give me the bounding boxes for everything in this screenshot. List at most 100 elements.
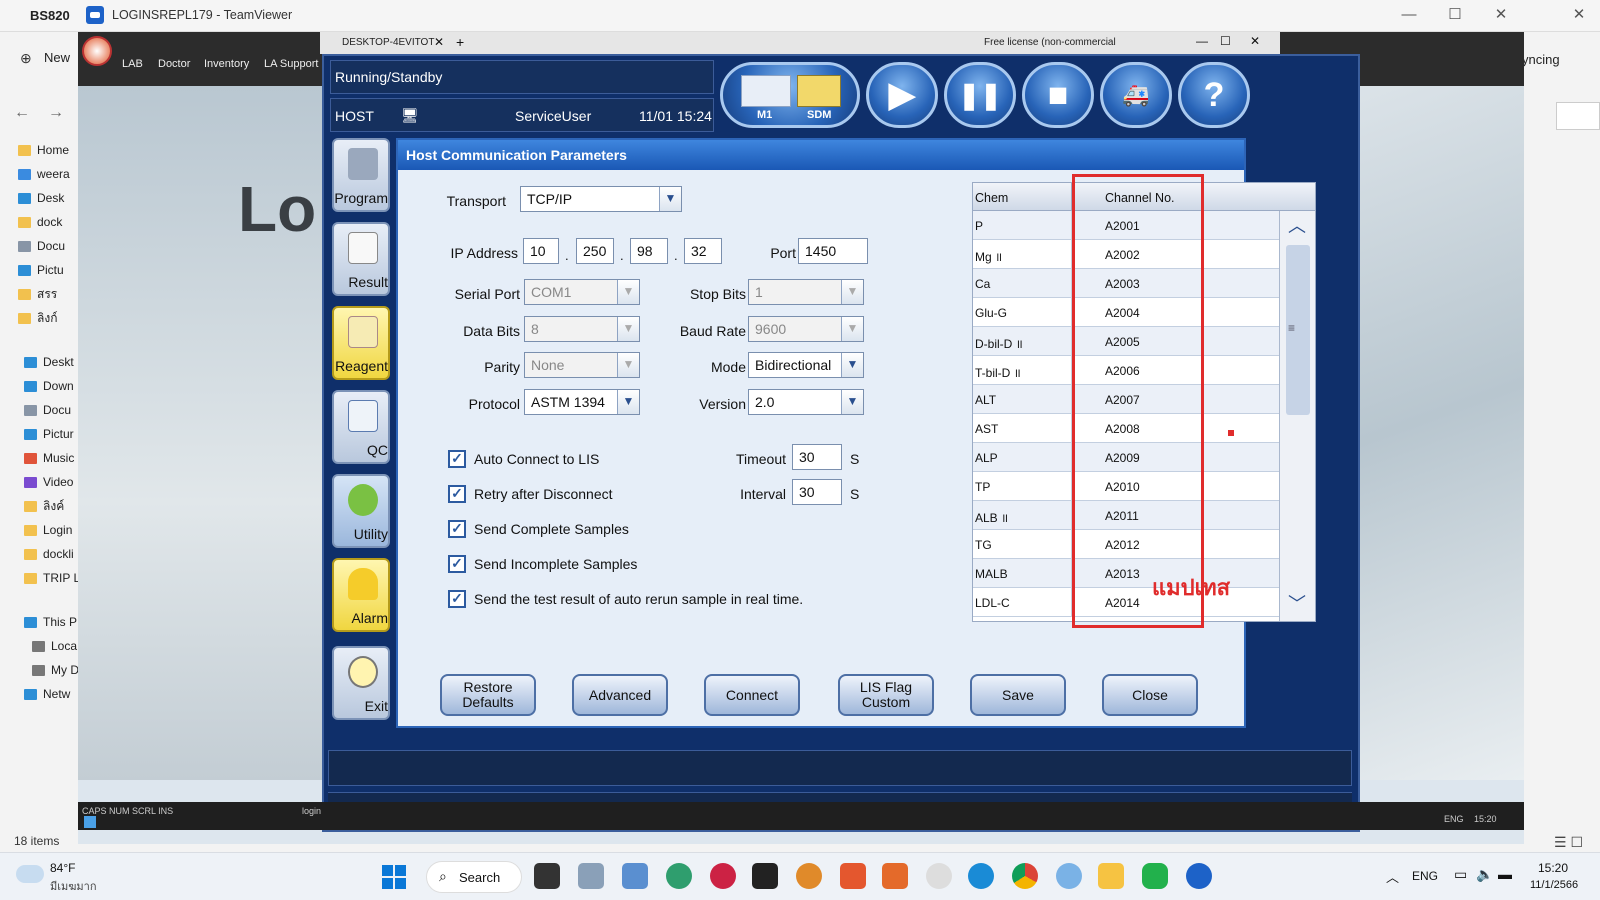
app-icon[interactable] (710, 863, 736, 889)
interval-field[interactable]: 30 (792, 479, 842, 505)
inner-tab-title[interactable]: DESKTOP-4EVITOT (342, 37, 434, 48)
sidebar-item[interactable]: Home (18, 140, 78, 160)
line-chat-icon[interactable] (1142, 863, 1168, 889)
search-box[interactable] (1556, 102, 1600, 130)
sidebar-item[interactable]: Pictu (18, 260, 78, 280)
restore-defaults-button[interactable]: Restore Defaults (440, 674, 536, 716)
clock-date[interactable]: 11/1/2566 (1530, 879, 1578, 891)
chevron-up-icon[interactable]: ︿ (1386, 867, 1399, 886)
grid-scrollbar[interactable]: ︿ ≡ ﹀ (1279, 211, 1315, 621)
nav-alarm[interactable]: Alarm (332, 558, 390, 632)
close-icon[interactable]: ✕ (1566, 4, 1592, 26)
new-button[interactable]: New (44, 50, 70, 65)
task-view-icon[interactable] (534, 863, 560, 889)
battery-icon[interactable]: ▬ (1498, 866, 1512, 882)
edge-browser-icon[interactable] (968, 863, 994, 889)
mode-select[interactable]: Bidirectional ▼ (748, 352, 864, 378)
nav-reagent[interactable]: Reagent (332, 306, 390, 380)
windows-start-icon[interactable] (84, 816, 96, 828)
stop-button[interactable]: ■ (1022, 62, 1094, 128)
sidebar-item[interactable]: Pictur (24, 424, 84, 444)
nav-result[interactable]: Result (332, 222, 390, 296)
sidebar-item[interactable]: Docu (24, 400, 84, 420)
nav-exit[interactable]: Exit (332, 646, 390, 720)
chrome-icon[interactable] (1012, 863, 1038, 889)
nav-program[interactable]: Program (332, 138, 390, 212)
search-bar[interactable]: ⌕ Search (426, 861, 522, 893)
advanced-button[interactable]: Advanced (572, 674, 668, 716)
tools-icon[interactable] (752, 863, 778, 889)
parity-select[interactable]: None ▼ (524, 352, 640, 378)
app-icon[interactable] (796, 863, 822, 889)
volume-icon[interactable]: 🔈 (1476, 866, 1493, 883)
lis-flag-custom-button[interactable]: LIS Flag Custom (838, 674, 934, 716)
sidebar-item[interactable]: Deskt (24, 352, 84, 372)
forward-arrow-icon[interactable]: → (48, 104, 64, 122)
transport-select[interactable]: TCP/IP ▼ (520, 186, 682, 212)
m1-sdm-button[interactable]: M1 SDM (720, 62, 860, 128)
data-bits-select[interactable]: 8 ▼ (524, 316, 640, 342)
save-button[interactable]: Save (970, 674, 1066, 716)
sidebar-item[interactable]: This P (24, 612, 84, 632)
minimize-icon[interactable]: — (1196, 34, 1208, 48)
sidebar-item[interactable]: TRIP L (24, 568, 84, 588)
office-icon[interactable] (926, 863, 952, 889)
protocol-select[interactable]: ASTM 1394 ▼ (524, 389, 640, 415)
maximize-icon[interactable]: ☐ (1442, 4, 1468, 26)
sidebar-item[interactable]: Video (24, 472, 84, 492)
help-button[interactable]: ? (1178, 62, 1250, 128)
run-button[interactable]: ▶ (866, 62, 938, 128)
close-icon[interactable]: ✕ (1488, 4, 1514, 26)
explorer-tab[interactable]: BS820 (30, 8, 70, 23)
app-icon[interactable] (882, 863, 908, 889)
sidebar-item[interactable]: dock (18, 212, 78, 232)
close-tab-icon[interactable]: ✕ (434, 35, 444, 49)
lab-logo-icon[interactable] (82, 36, 112, 66)
language-indicator[interactable]: ENG (1412, 869, 1438, 883)
stop-bits-select[interactable]: 1 ▼ (748, 279, 864, 305)
ip-octet-4[interactable]: 32 (684, 238, 722, 264)
maximize-icon[interactable]: ☐ (1220, 34, 1231, 48)
connect-button[interactable]: Connect (704, 674, 800, 716)
add-tab-icon[interactable]: + (456, 34, 464, 50)
file-explorer-icon[interactable] (1098, 863, 1124, 889)
scroll-down-icon[interactable]: ﹀ (1282, 589, 1312, 619)
app-icon[interactable] (622, 863, 648, 889)
app-icon[interactable] (666, 863, 692, 889)
back-arrow-icon[interactable]: ← (14, 104, 30, 122)
minimize-icon[interactable]: — (1396, 4, 1422, 26)
windows-start-icon[interactable] (382, 865, 406, 889)
sidebar-item[interactable]: Down (24, 376, 84, 396)
sidebar-item[interactable]: Desk (18, 188, 78, 208)
port-field[interactable]: 1450 (798, 238, 868, 264)
send-complete-checkbox[interactable]: ✓ (448, 520, 466, 538)
sidebar-item[interactable]: ลิงก์ (18, 308, 78, 328)
ip-octet-3[interactable]: 98 (630, 238, 668, 264)
sidebar-item[interactable]: Netw (24, 684, 84, 704)
send-incomplete-checkbox[interactable]: ✓ (448, 555, 466, 573)
serial-port-select[interactable]: COM1 ▼ (524, 279, 640, 305)
details-view-icon[interactable]: ☰ ☐ (1554, 834, 1583, 851)
baud-rate-select[interactable]: 9600 ▼ (748, 316, 864, 342)
weather-temp[interactable]: 84°F (50, 861, 75, 875)
sidebar-item[interactable]: dockli (24, 544, 84, 564)
app-icon[interactable] (1056, 863, 1082, 889)
timeout-field[interactable]: 30 (792, 444, 842, 470)
nav-utility[interactable]: Utility (332, 474, 390, 548)
emergency-button[interactable]: 🚑 (1100, 62, 1172, 128)
sidebar-item[interactable]: Music (24, 448, 84, 468)
close-icon[interactable]: ✕ (1250, 34, 1260, 48)
ip-octet-1[interactable]: 10 (523, 238, 559, 264)
scroll-up-icon[interactable]: ︿ (1282, 211, 1312, 241)
send-rerun-checkbox[interactable]: ✓ (448, 590, 466, 608)
plus-icon[interactable]: ⊕ (20, 50, 32, 67)
network-icon[interactable]: ▭ (1454, 866, 1467, 883)
sidebar-item[interactable]: Docu (18, 236, 78, 256)
retry-checkbox[interactable]: ✓ (448, 485, 466, 503)
sidebar-item[interactable]: ลิงค์ (24, 496, 84, 516)
ip-octet-2[interactable]: 250 (576, 238, 614, 264)
auto-connect-checkbox[interactable]: ✓ (448, 450, 466, 468)
sidebar-item[interactable]: Login (24, 520, 84, 540)
menu-item-lab[interactable]: LAB (122, 58, 143, 70)
sidebar-item[interactable]: weera (18, 164, 78, 184)
